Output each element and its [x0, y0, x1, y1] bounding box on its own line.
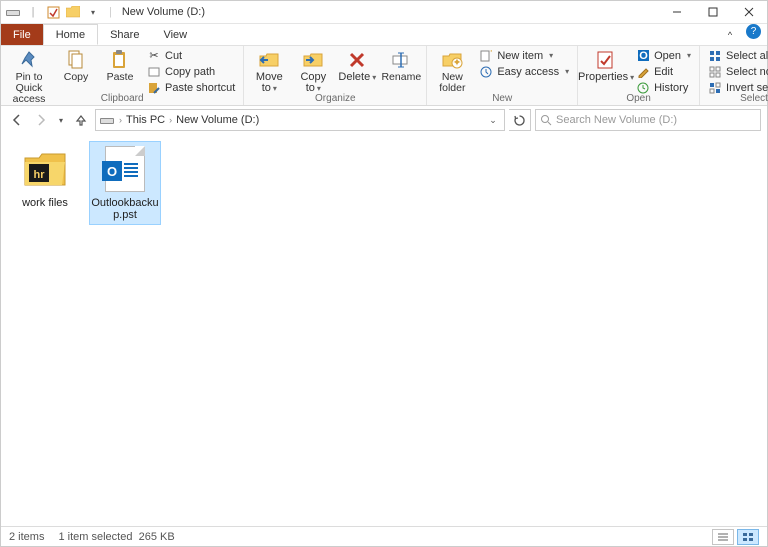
- folder-icon: hr: [21, 145, 69, 193]
- select-all-icon: [708, 49, 722, 63]
- svg-text:O: O: [639, 50, 648, 62]
- nav-up-button[interactable]: [71, 109, 91, 131]
- breadcrumb-this-pc[interactable]: This PC: [123, 114, 168, 126]
- group-label-select: Select: [700, 93, 768, 104]
- move-to-icon: [257, 49, 281, 71]
- maximize-button[interactable]: [695, 1, 731, 23]
- rename-icon: [389, 49, 413, 71]
- close-button[interactable]: [731, 1, 767, 23]
- nav-forward-button[interactable]: [31, 109, 51, 131]
- new-item-icon: ✦: [479, 49, 493, 63]
- tab-share[interactable]: Share: [98, 24, 151, 45]
- paste-icon: [108, 49, 132, 71]
- status-item-count: 2 items: [9, 531, 44, 543]
- copy-path-button[interactable]: Copy path: [143, 64, 239, 79]
- easy-access-button[interactable]: Easy access▾: [475, 64, 573, 79]
- help-icon[interactable]: ?: [746, 24, 761, 39]
- item-label: work files: [22, 197, 68, 209]
- icons-view-button[interactable]: [737, 529, 759, 545]
- details-view-button[interactable]: [712, 529, 734, 545]
- select-none-button[interactable]: Select none: [704, 64, 768, 79]
- group-label-organize: Organize: [244, 93, 426, 104]
- status-selected: 1 item selected 265 KB: [58, 531, 174, 543]
- breadcrumb-location[interactable]: New Volume (D:): [173, 114, 262, 126]
- easy-access-icon: [479, 65, 493, 79]
- ribbon-group-open: Properties▾ OOpen▾ Edit History Open: [578, 46, 700, 105]
- group-label-open: Open: [578, 93, 699, 104]
- new-item-button[interactable]: ✦New item▾: [475, 48, 573, 63]
- delete-button[interactable]: Delete▾: [336, 47, 378, 83]
- properties-qat-icon[interactable]: [45, 4, 61, 20]
- move-to-button[interactable]: Move to▾: [248, 47, 290, 94]
- folder-item[interactable]: hr work files: [9, 141, 81, 225]
- new-folder-button[interactable]: ✦ New folder: [431, 47, 473, 94]
- ribbon-collapse-icon[interactable]: ^: [720, 24, 740, 45]
- svg-text:✦: ✦: [489, 50, 492, 58]
- edit-icon: [636, 65, 650, 79]
- address-row: ▾ › This PC › New Volume (D:) ⌄: [1, 106, 767, 134]
- qat-separator: |: [25, 4, 41, 20]
- properties-button[interactable]: Properties▾: [582, 47, 630, 83]
- group-label-new: New: [427, 93, 577, 104]
- qat-dropdown-icon[interactable]: ▾: [85, 4, 101, 20]
- rename-button[interactable]: Rename: [380, 47, 422, 83]
- open-button[interactable]: OOpen▾: [632, 48, 695, 63]
- svg-text:hr: hr: [34, 169, 46, 181]
- title-bar: | ▾ | New Volume (D:): [1, 1, 767, 24]
- nav-recent-dropdown[interactable]: ▾: [55, 109, 67, 131]
- ribbon-group-select: Select all Select none Invert selection …: [700, 46, 768, 105]
- copy-to-button[interactable]: Copy to▾: [292, 47, 334, 94]
- group-label-clipboard: Clipboard: [1, 93, 243, 104]
- copy-button[interactable]: Copy: [55, 47, 97, 83]
- cut-icon: ✂: [147, 49, 161, 63]
- nav-back-button[interactable]: [7, 109, 27, 131]
- tab-file[interactable]: File: [1, 24, 43, 45]
- ribbon-group-clipboard: Pin to Quick access Copy Paste ✂Cut Copy…: [1, 46, 244, 105]
- tab-home[interactable]: Home: [43, 24, 98, 45]
- search-input[interactable]: [556, 114, 756, 126]
- minimize-button[interactable]: [659, 1, 695, 23]
- drive-icon: [5, 4, 21, 20]
- select-none-icon: [708, 65, 722, 79]
- paste-button[interactable]: Paste: [99, 47, 141, 83]
- pin-icon: [17, 49, 41, 71]
- delete-icon: [345, 49, 369, 71]
- search-icon: [540, 114, 552, 126]
- status-bar: 2 items 1 item selected 265 KB: [1, 526, 767, 546]
- pst-file-icon: O: [101, 145, 149, 193]
- ribbon-group-new: ✦ New folder ✦New item▾ Easy access▾ New: [427, 46, 578, 105]
- copy-path-icon: [147, 65, 161, 79]
- tab-view[interactable]: View: [151, 24, 199, 45]
- new-folder-icon: ✦: [440, 49, 464, 71]
- copy-icon: [64, 49, 88, 71]
- copy-to-icon: [301, 49, 325, 71]
- folder-qat-icon[interactable]: [65, 4, 81, 20]
- ribbon: Pin to Quick access Copy Paste ✂Cut Copy…: [1, 46, 767, 106]
- cut-button[interactable]: ✂Cut: [143, 48, 239, 63]
- window-controls: [659, 1, 767, 23]
- address-dropdown-icon[interactable]: ⌄: [484, 110, 502, 130]
- svg-text:✦: ✦: [453, 57, 462, 69]
- file-view[interactable]: hr work files O Outlookbackup.pst: [1, 135, 767, 526]
- search-box[interactable]: [535, 109, 761, 131]
- address-bar[interactable]: › This PC › New Volume (D:) ⌄: [95, 109, 505, 131]
- item-label: Outlookbackup.pst: [91, 197, 159, 221]
- file-item-selected[interactable]: O Outlookbackup.pst: [89, 141, 161, 225]
- window-title: New Volume (D:): [122, 6, 205, 18]
- properties-icon: [594, 49, 618, 71]
- edit-button[interactable]: Edit: [632, 64, 695, 79]
- quick-access-toolbar: | ▾: [1, 4, 105, 20]
- ribbon-tabs: File Home Share View ^ ?: [1, 24, 767, 46]
- open-icon: O: [636, 49, 650, 63]
- select-all-button[interactable]: Select all: [704, 48, 768, 63]
- refresh-button[interactable]: [509, 109, 531, 131]
- drive-icon: [98, 112, 116, 128]
- ribbon-group-organize: Move to▾ Copy to▾ Delete▾ Rename Organiz…: [244, 46, 427, 105]
